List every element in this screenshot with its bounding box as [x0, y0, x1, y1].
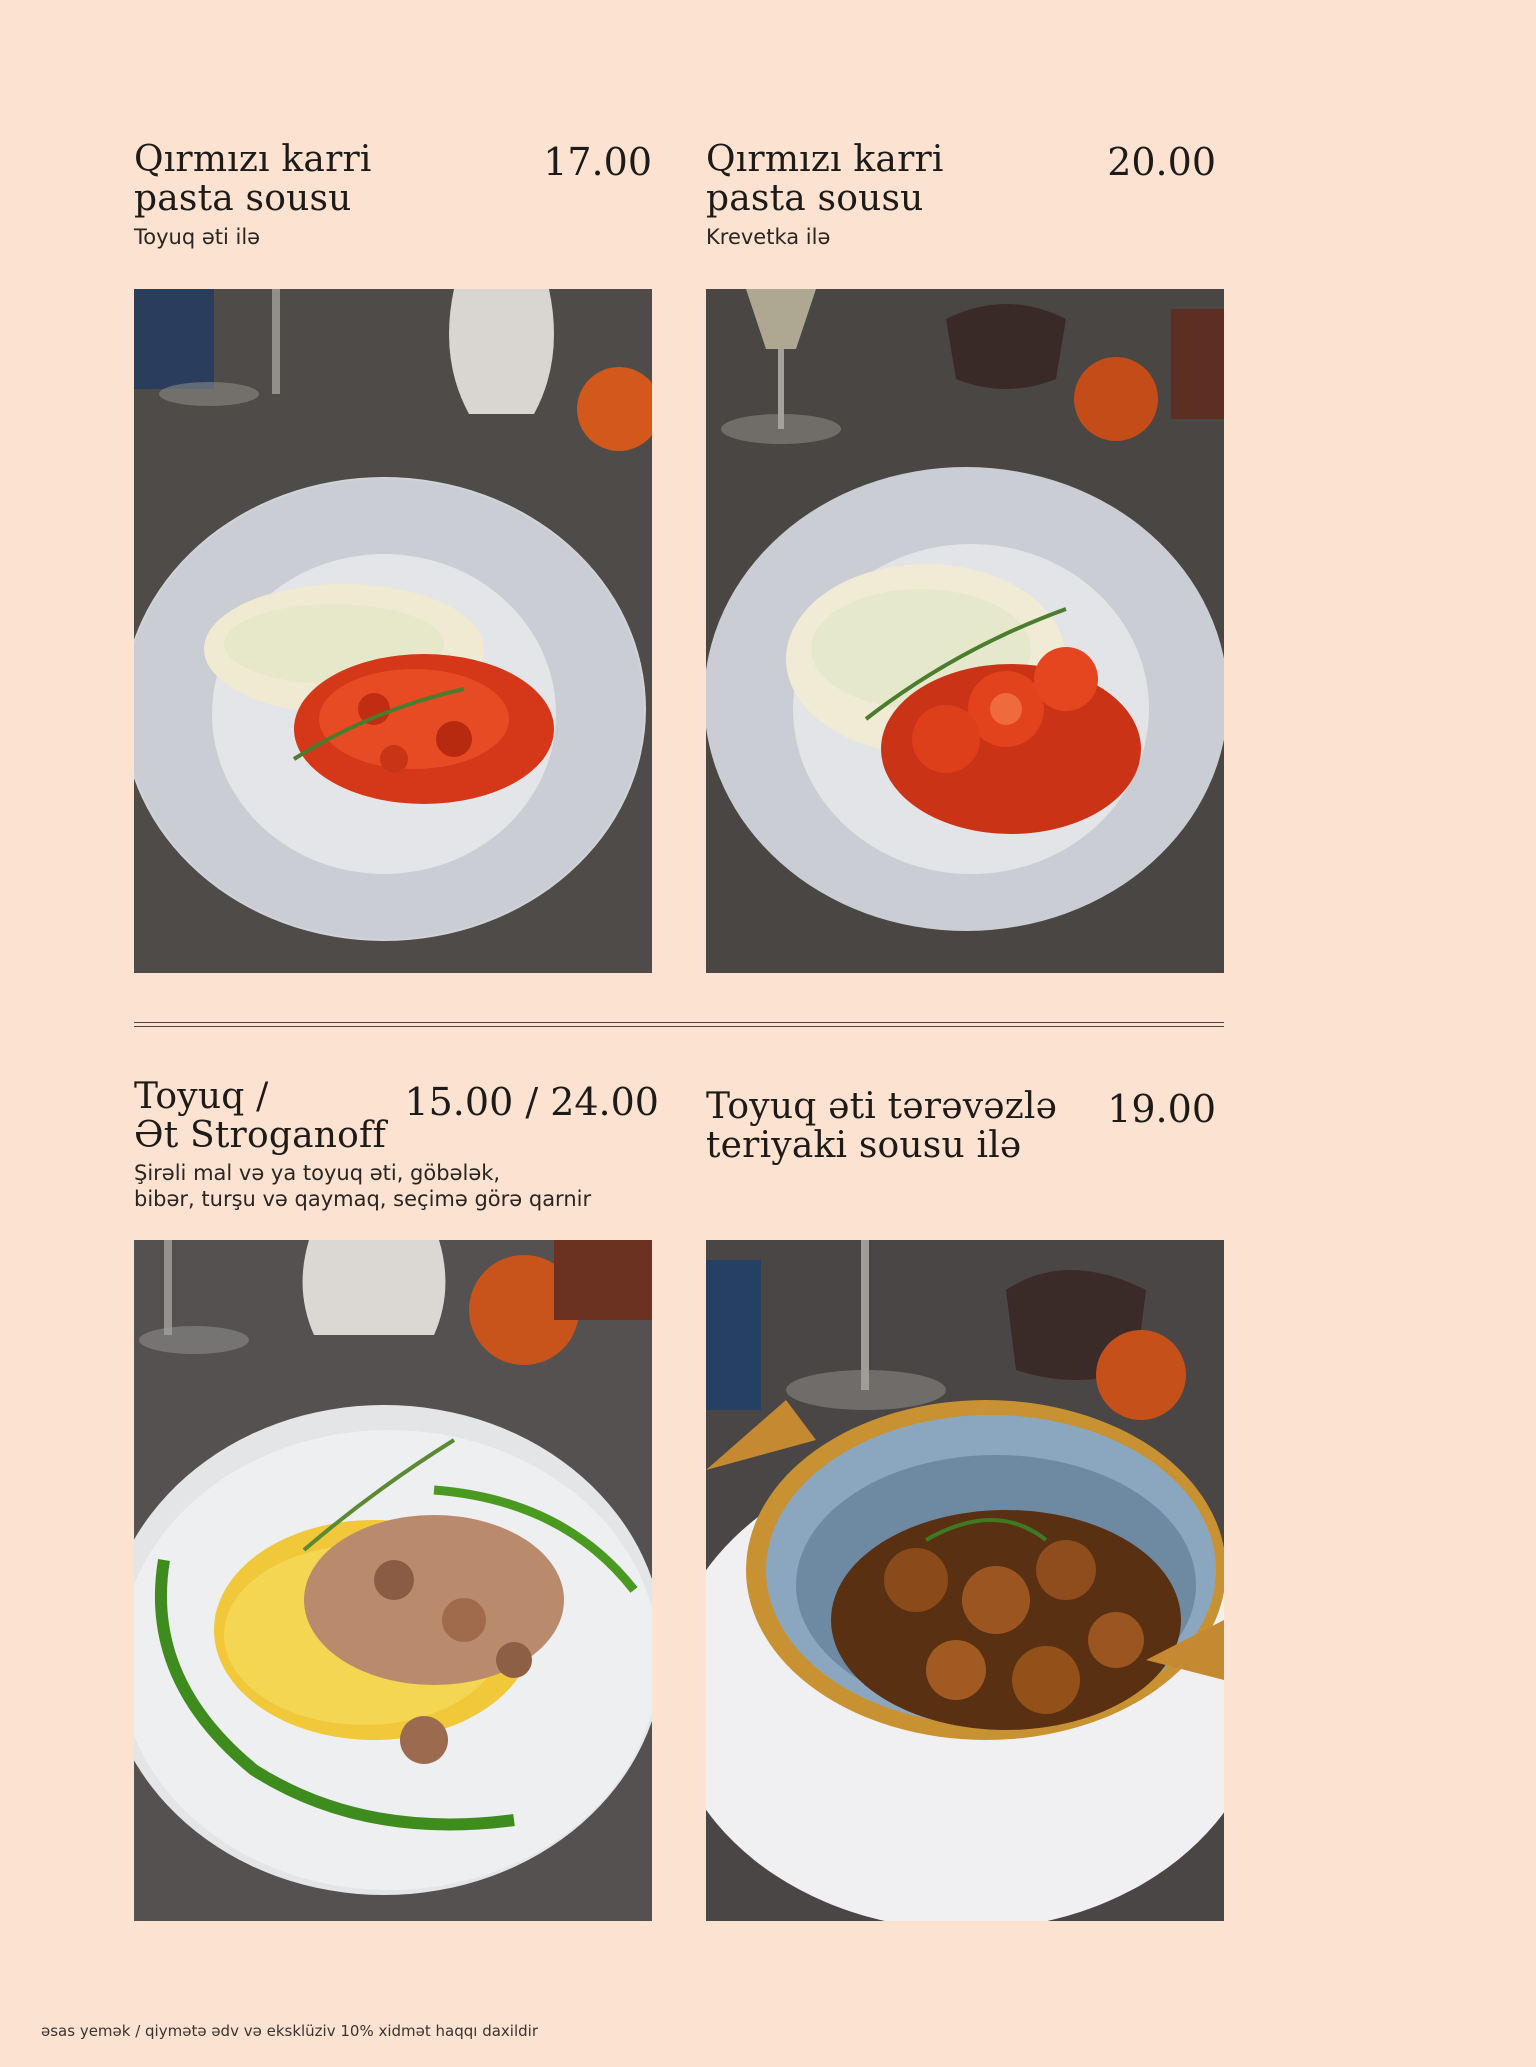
dish-photo-red-curry-chicken — [134, 289, 652, 973]
dish-description: Şirəli mal və ya toyuq əti, göbələk, bib… — [134, 1161, 592, 1211]
dish-title: Toyuq əti tərəvəzlə teriyaki sousu ilə — [706, 1086, 1058, 1166]
dish-title: Toyuq / Ət Stroganoff — [134, 1076, 387, 1156]
footer-note: əsas yemək / qiymətə ədv və eksklüziv 10… — [41, 2022, 538, 2040]
dish-description: Krevetka ilə — [706, 225, 831, 249]
dish-price: 20.00 — [1107, 140, 1216, 184]
section-divider — [134, 1022, 1224, 1027]
dish-title: Qırmızı karri pasta sousu — [134, 139, 372, 219]
menu-item-red-curry-shrimp: Qırmızı karri pasta sousu 20.00 Krevetka… — [706, 140, 1216, 260]
dish-description: Toyuq əti ilə — [134, 225, 261, 249]
dish-photo-teriyaki-chicken — [706, 1240, 1224, 1921]
dish-price: 15.00 / 24.00 — [404, 1080, 659, 1124]
menu-item-stroganoff: Toyuq / Ət Stroganoff 15.00 / 24.00 Şirə… — [134, 1077, 659, 1217]
dish-title: Qırmızı karri pasta sousu — [706, 139, 944, 219]
dish-price: 19.00 — [1107, 1087, 1216, 1131]
menu-item-teriyaki-chicken: Toyuq əti tərəvəzlə teriyaki sousu ilə 1… — [706, 1087, 1216, 1187]
menu-item-red-curry-chicken: Qırmızı karri pasta sousu 17.00 Toyuq ət… — [134, 140, 652, 260]
dish-photo-stroganoff — [134, 1240, 652, 1921]
dish-photo-red-curry-shrimp — [706, 289, 1224, 973]
dish-price: 17.00 — [543, 140, 652, 184]
